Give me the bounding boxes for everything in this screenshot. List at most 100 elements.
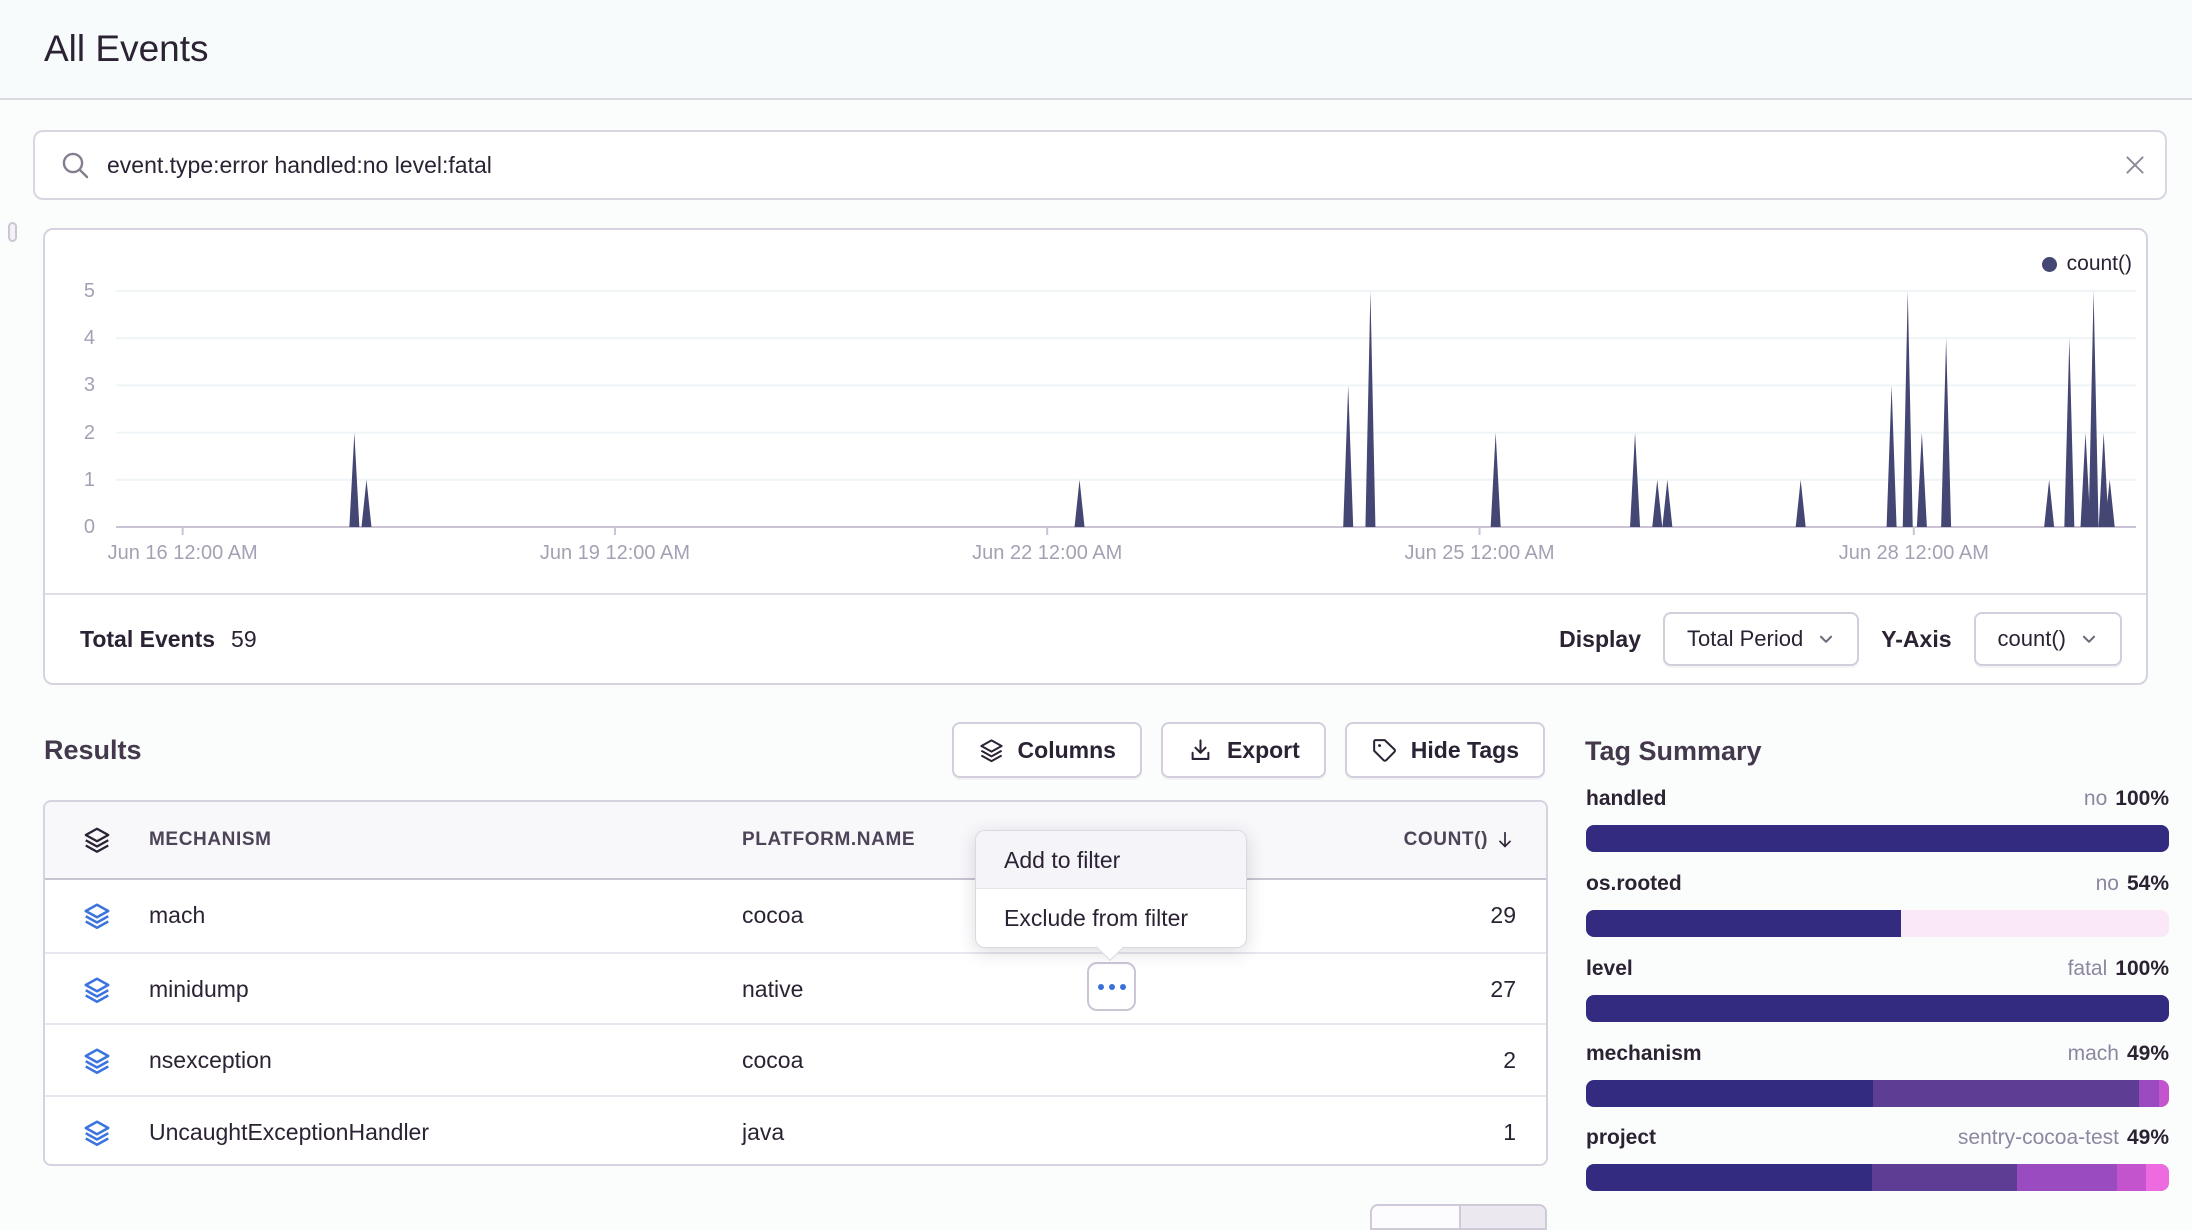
x-axis-label: Jun 19 12:00 AM	[540, 542, 690, 565]
tag-label-row: os.rooted no54%	[1586, 869, 2169, 899]
chart-legend[interactable]: count()	[2042, 252, 2132, 276]
cell-count[interactable]: 1	[1503, 1097, 1516, 1167]
display-label: Display	[1559, 626, 1641, 653]
column-header-count[interactable]: COUNT()	[1404, 802, 1516, 878]
download-icon	[1187, 737, 1214, 764]
column-header-mechanism[interactable]: MECHANISM	[149, 802, 272, 878]
y-axis-label: 1	[45, 466, 95, 494]
page-header: All Events	[0, 0, 2192, 100]
clear-search-button[interactable]	[2105, 135, 2165, 195]
tag-bar-level[interactable]	[1586, 995, 2169, 1022]
columns-layers-icon[interactable]	[82, 825, 112, 861]
tag-label-row: handled no100%	[1586, 784, 2169, 814]
tag-bar-segment	[2117, 1164, 2146, 1191]
legend-dot	[2042, 257, 2057, 272]
hide-tags-button-label: Hide Tags	[1411, 737, 1519, 764]
tag-bar-segment	[2017, 1164, 2116, 1191]
chart-spike	[1075, 480, 1085, 527]
stack-icon	[82, 1118, 112, 1153]
chart-spike	[1365, 291, 1375, 527]
cell-count[interactable]: 2	[1503, 1025, 1516, 1095]
cell-platform[interactable]: cocoa	[742, 1025, 803, 1095]
tag-bar-segment	[1586, 910, 1901, 937]
chart-spike	[1887, 385, 1897, 527]
table-row[interactable]: UncaughtExceptionHandler java 1	[45, 1095, 1546, 1167]
y-axis-label: 2	[45, 419, 95, 447]
tag-label-row: project sentry-cocoa-test49%	[1586, 1123, 2169, 1153]
yaxis-dropdown[interactable]: count()	[1974, 612, 2122, 666]
chart-spike	[1662, 480, 1672, 527]
tag-name: project	[1586, 1126, 1656, 1150]
tag-bar-segment	[1586, 995, 2169, 1022]
table-row[interactable]: nsexception cocoa 2	[45, 1023, 1546, 1095]
cell-actions-button[interactable]	[1087, 962, 1136, 1011]
results-heading: Results	[44, 722, 142, 778]
x-axis-label: Jun 22 12:00 AM	[972, 542, 1122, 565]
dot	[1120, 984, 1126, 990]
sort-desc-icon	[1494, 829, 1516, 851]
tag-bar-segment	[1586, 825, 2169, 852]
tag-label-row: mechanism mach49%	[1586, 1039, 2169, 1069]
tag-bar-handled[interactable]	[1586, 825, 2169, 852]
display-dropdown[interactable]: Total Period	[1663, 612, 1859, 666]
tag-label-row: level fatal100%	[1586, 954, 2169, 984]
stack-icon	[82, 901, 112, 936]
cell-mechanism[interactable]: minidump	[149, 954, 249, 1024]
tag-top-value: no54%	[2096, 872, 2169, 896]
x-axis-label: Jun 28 12:00 AM	[1839, 542, 1989, 565]
tag-name: os.rooted	[1586, 872, 1682, 896]
chevron-down-icon	[2080, 630, 2098, 648]
cell-count[interactable]: 29	[1490, 880, 1516, 950]
menu-item-add-to-filter[interactable]: Add to filter	[976, 831, 1246, 889]
cell-platform[interactable]: native	[742, 954, 803, 1024]
table-row[interactable]: mach cocoa 29	[45, 880, 1546, 952]
chart-spike	[1796, 480, 1806, 527]
cell-count[interactable]: 27	[1490, 954, 1516, 1024]
table-header-row: MECHANISM PLATFORM.NAME COUNT()	[45, 802, 1546, 880]
layers-icon	[978, 737, 1005, 764]
yaxis-label: Y-Axis	[1881, 626, 1951, 653]
x-axis-label: Jun 25 12:00 AM	[1404, 542, 1554, 565]
x-icon	[2122, 152, 2148, 178]
tag-bar-segment	[2146, 1164, 2169, 1191]
chart-controls: Display Total Period Y-Axis count()	[1559, 593, 2122, 685]
tag-bar-segment	[2159, 1080, 2169, 1107]
total-events-value: 59	[231, 626, 257, 653]
search-bar	[33, 130, 2167, 200]
tag-top-value: sentry-cocoa-test49%	[1958, 1126, 2169, 1150]
column-header-platform-name[interactable]: PLATFORM.NAME	[742, 802, 915, 878]
panel-drag-handle[interactable]	[8, 222, 17, 242]
stack-icon	[82, 975, 112, 1010]
hide-tags-button[interactable]: Hide Tags	[1345, 722, 1545, 778]
cell-platform[interactable]: java	[742, 1097, 784, 1167]
pagination-next[interactable]	[1459, 1206, 1546, 1228]
cell-mechanism[interactable]: mach	[149, 880, 205, 950]
tag-bar-segment	[1901, 910, 2169, 937]
y-axis-label: 4	[45, 324, 95, 352]
tag-bar-segment	[1586, 1164, 1872, 1191]
results-toolbar: Columns Export Hide Tags	[952, 722, 1545, 778]
search-input[interactable]	[107, 135, 2105, 195]
tag-bar-segment	[1873, 1080, 2139, 1107]
export-button[interactable]: Export	[1161, 722, 1326, 778]
events-chart[interactable]	[116, 288, 2136, 536]
columns-button[interactable]: Columns	[952, 722, 1142, 778]
table-row[interactable]: minidump native 27	[45, 952, 1546, 1024]
results-table: MECHANISM PLATFORM.NAME COUNT() mach coc…	[43, 800, 1548, 1166]
cell-platform[interactable]: cocoa	[742, 880, 803, 950]
chart-spike	[1652, 480, 1662, 527]
search-icon	[59, 149, 91, 181]
cell-mechanism[interactable]: UncaughtExceptionHandler	[149, 1097, 429, 1167]
chart-spike	[1343, 385, 1353, 527]
tag-bar-segment	[1586, 1080, 1873, 1107]
events-chart-panel: count() Total Events 59 Display Total Pe…	[43, 228, 2148, 685]
page-title: All Events	[44, 0, 209, 98]
yaxis-dropdown-value: count()	[1998, 626, 2066, 652]
tag-bar-mechanism[interactable]	[1586, 1080, 2169, 1107]
chart-spike	[2089, 291, 2099, 527]
tag-bar-project[interactable]	[1586, 1164, 2169, 1191]
x-axis-label: Jun 16 12:00 AM	[108, 542, 258, 565]
tag-bar-os-rooted[interactable]	[1586, 910, 2169, 937]
y-axis-label: 5	[45, 277, 95, 305]
cell-mechanism[interactable]: nsexception	[149, 1025, 272, 1095]
